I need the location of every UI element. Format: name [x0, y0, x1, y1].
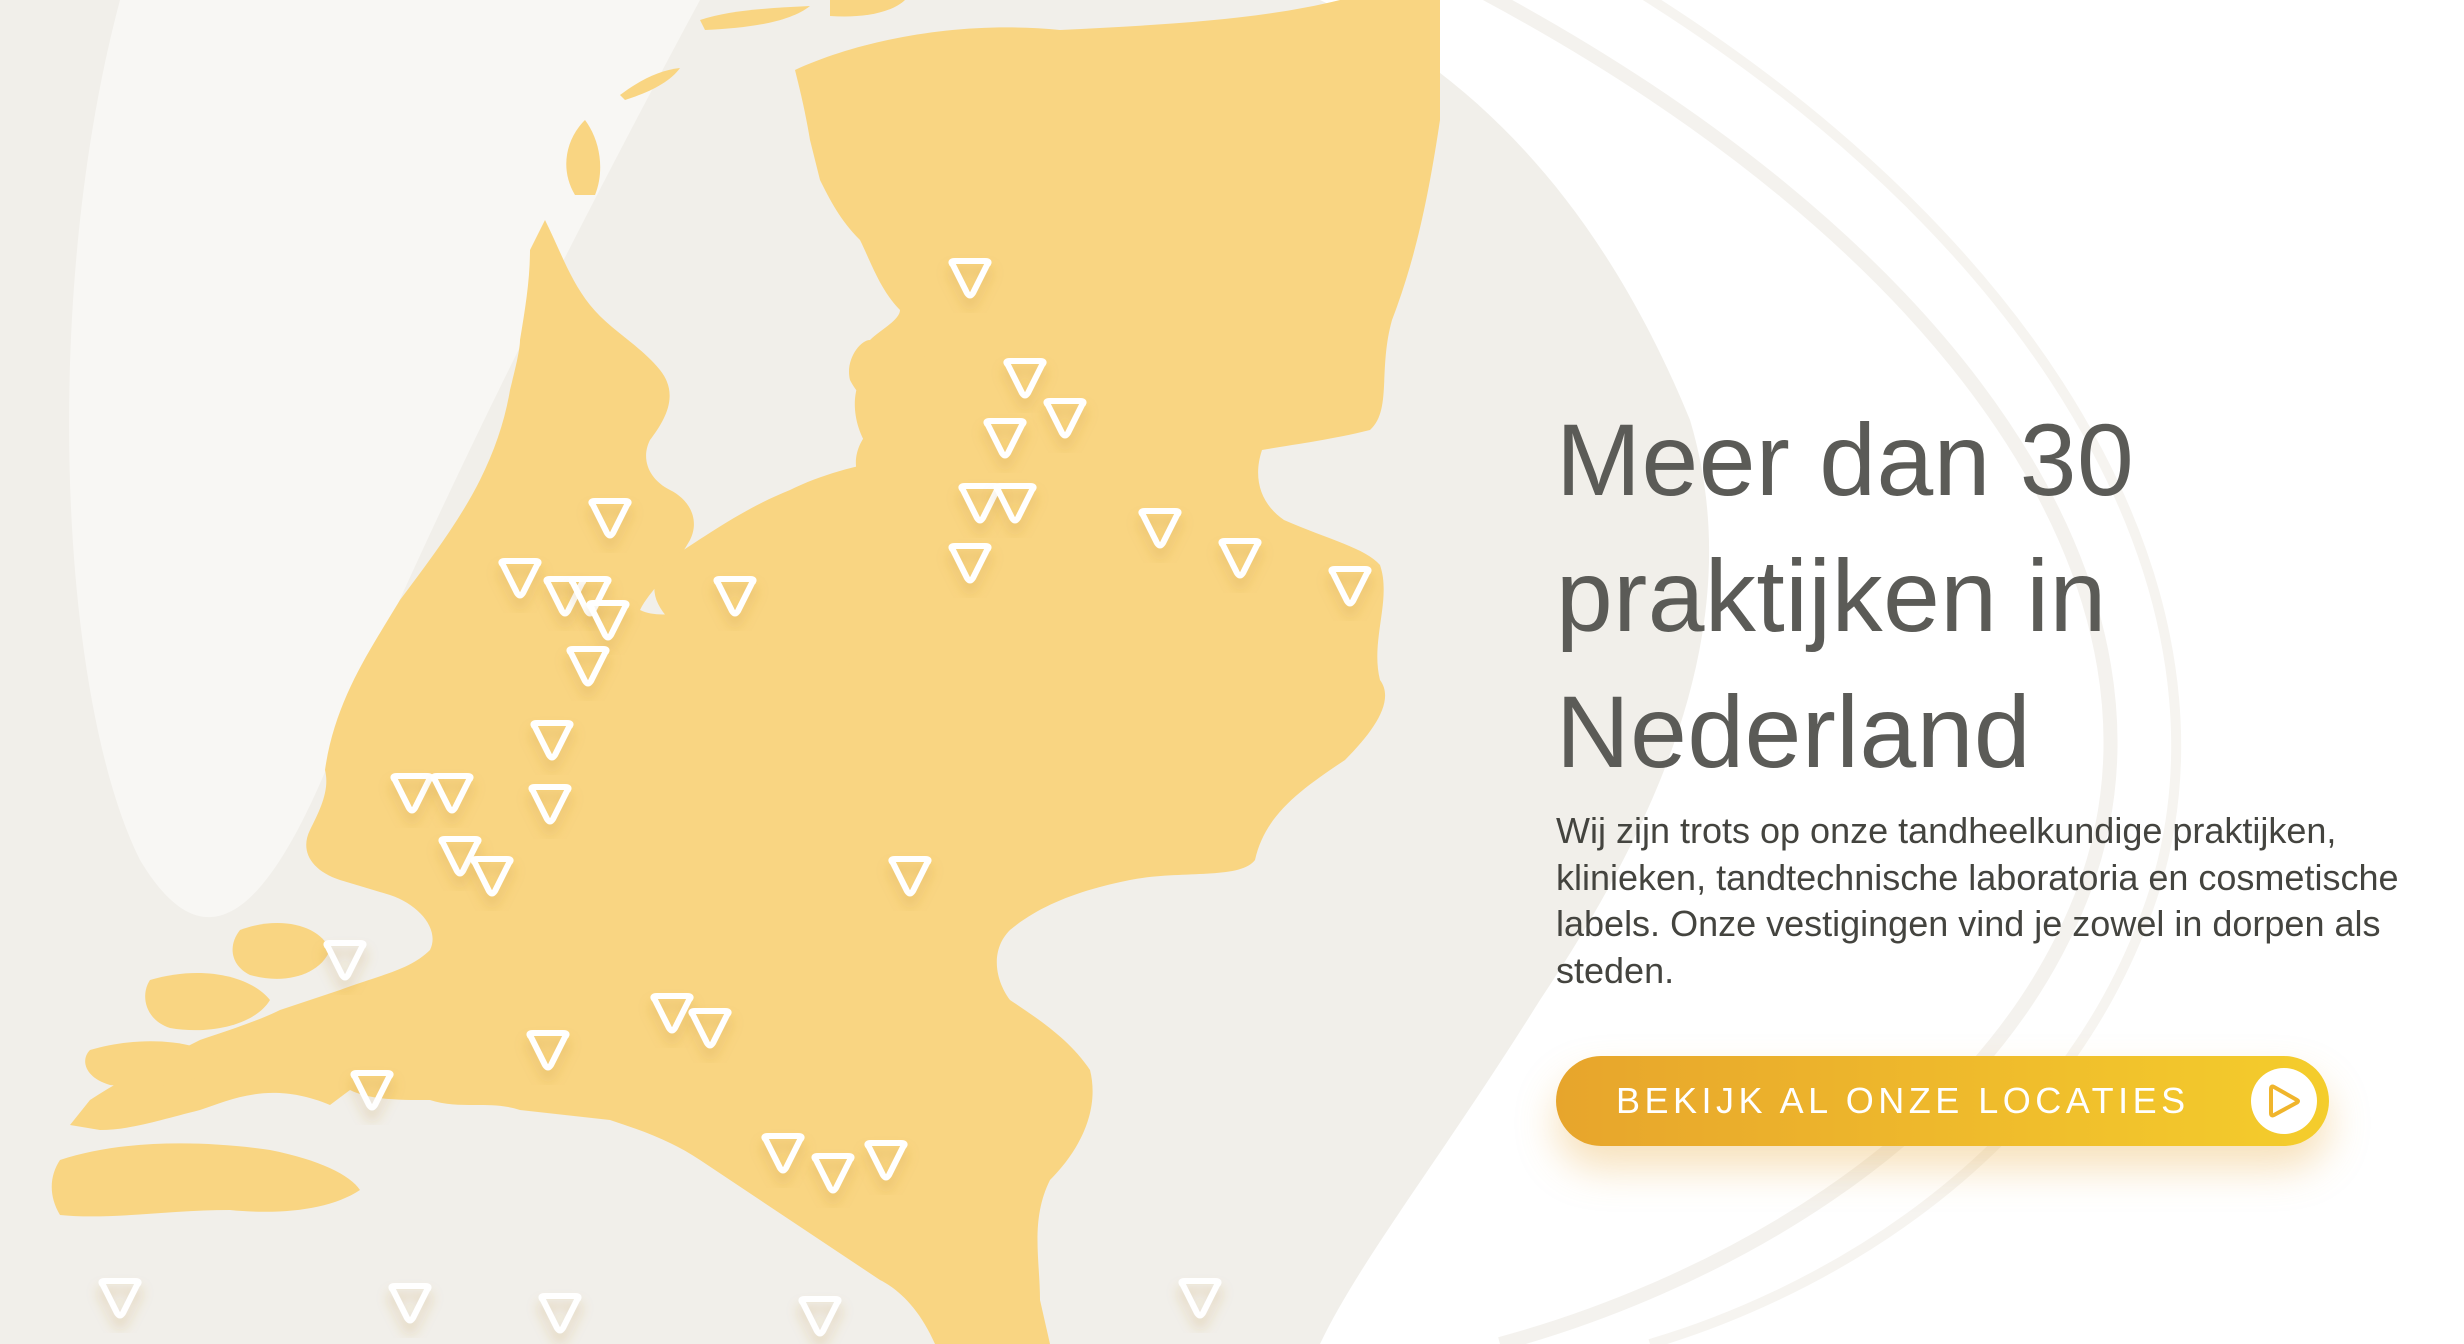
map-land-zeeuws-vlaanderen [51, 1143, 360, 1217]
map-land-zeeland-2 [145, 972, 270, 1031]
view-all-locations-label: BEKIJK AL ONZE LOCATIES [1616, 1080, 2190, 1121]
map-land-mainland [70, 0, 1440, 1344]
map-land-texel [566, 120, 601, 195]
location-marker-icon[interactable] [98, 1278, 142, 1319]
page-title: Meer dan 30 praktijken in Nederland [1556, 392, 2416, 800]
view-all-locations-button[interactable]: BEKIJK AL ONZE LOCATIES [1556, 1056, 2329, 1146]
location-marker-icon[interactable] [538, 1293, 582, 1334]
location-marker-icon[interactable] [323, 940, 367, 981]
netherlands-map [51, 0, 1440, 1344]
page-title-line-3: Nederland [1556, 675, 2032, 789]
map-land-ameland [830, 0, 905, 17]
location-marker-icon[interactable] [798, 1296, 842, 1337]
location-marker-icon[interactable] [1178, 1278, 1222, 1319]
intro-paragraph: Wij zijn trots op onze tandheelkundige p… [1556, 810, 2399, 991]
location-marker-icon[interactable] [388, 1283, 432, 1324]
map-land-vlieland [620, 68, 680, 100]
map-land-zeeland-1 [232, 922, 330, 979]
page-title-line-1: Meer dan 30 [1556, 403, 2135, 517]
map-land-terschelling [700, 6, 810, 30]
play-triangle-icon [2251, 1068, 2317, 1134]
intro-text-block: Meer dan 30 praktijken in Nederland Wij … [1556, 392, 2416, 994]
page-title-line-2: praktijken in [1556, 539, 2107, 653]
